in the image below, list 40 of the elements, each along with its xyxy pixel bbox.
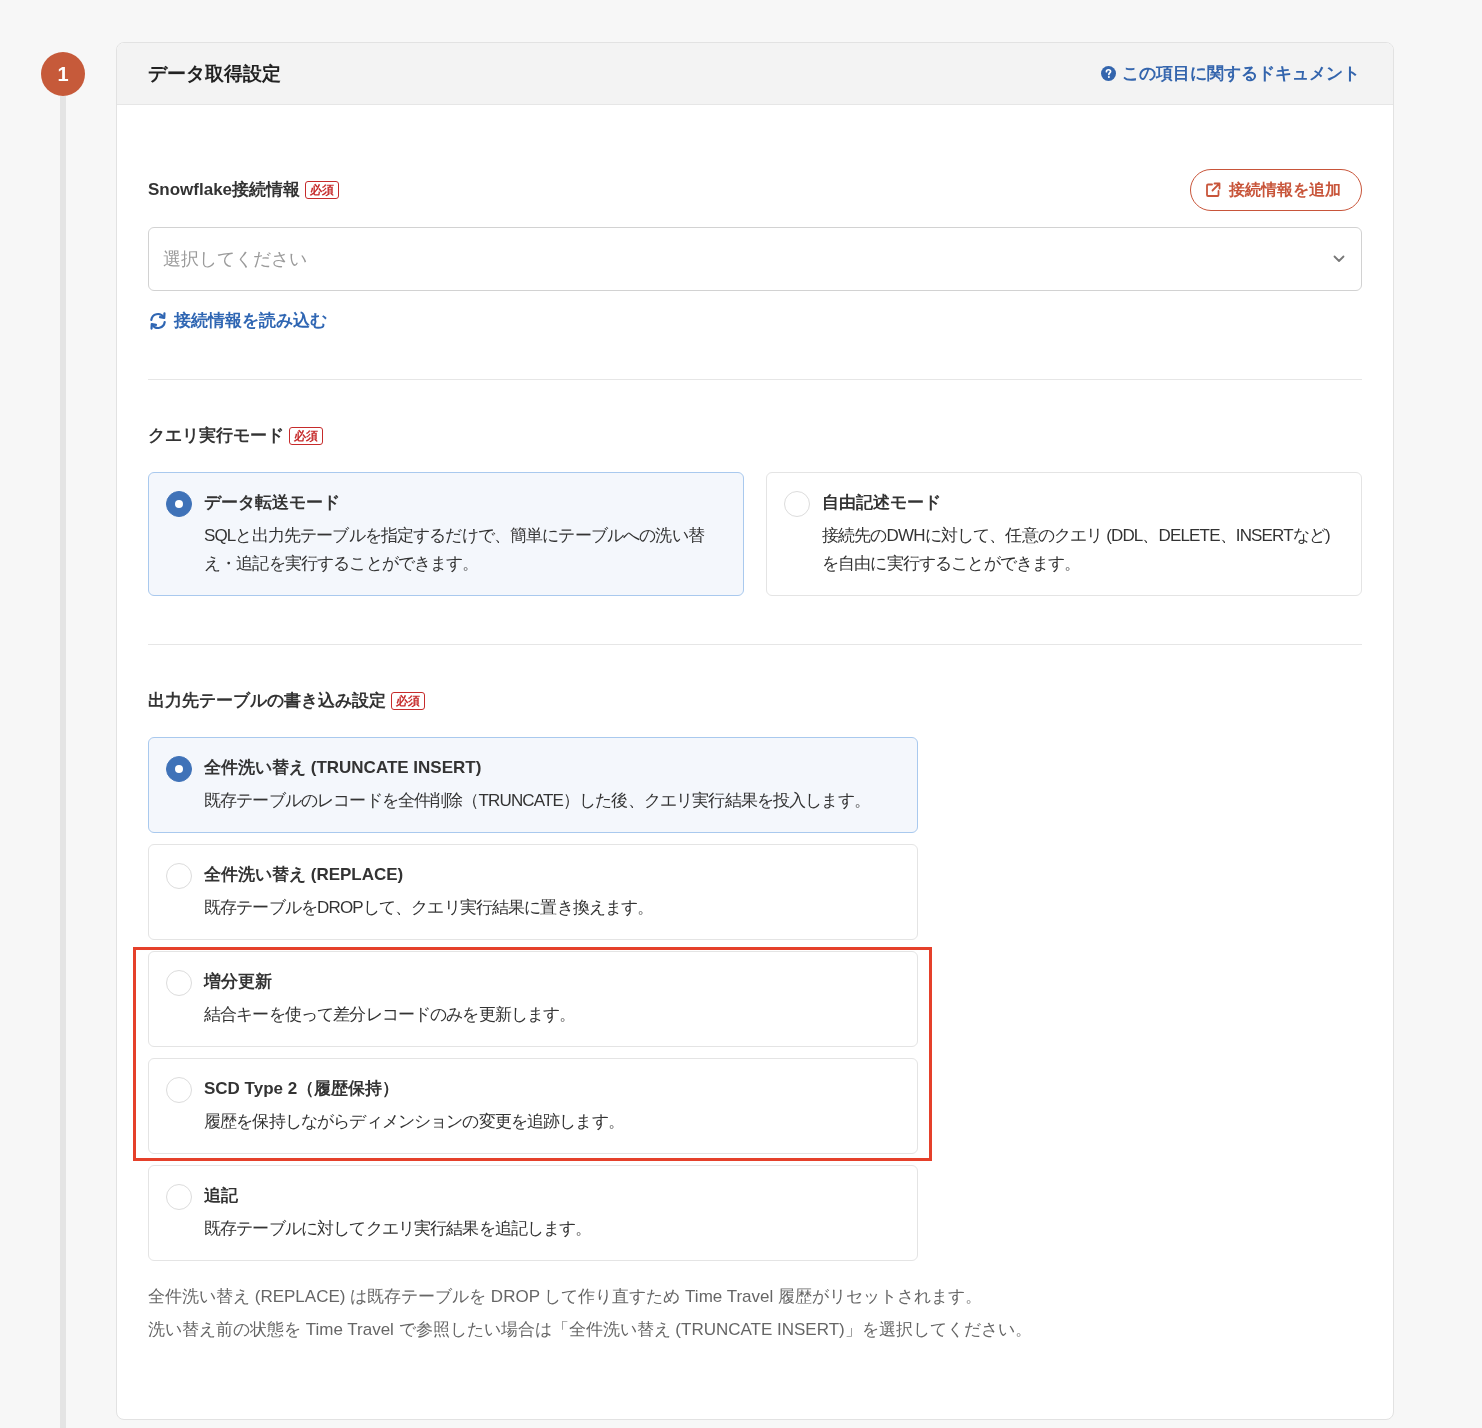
help-text: 洗い替え前の状態を Time Travel で参照したい場合は「全件洗い替え (TRUNCATE INSERT)」を選択してください。 xyxy=(148,1319,1033,1341)
documentation-link[interactable]: この項目に関するドキュメント xyxy=(1101,62,1360,85)
option-description: 既存テーブルのレコードを全件削除（TRUNCATE）した後、クエリ実行結果を投入します。 xyxy=(204,790,871,812)
field-label: Snowflake接続情報 xyxy=(148,179,301,201)
option-title: 増分更新 xyxy=(204,971,273,993)
option-description: SQLと出力先テーブルを指定するだけで、簡単にテーブルへの洗い替え・追記を実行することができます。 xyxy=(204,525,705,575)
option-title: 全件洗い替え (TRUNCATE INSERT) xyxy=(204,757,483,779)
option-title: 追記 xyxy=(204,1185,239,1207)
radio-button[interactable] xyxy=(166,491,192,517)
option-description: 接続先のDWHに対して、任意のクエリ (DDL、DELETE、INSERTなど) を自由に実行することができます。 xyxy=(822,525,1331,575)
option-card[interactable]: 追記 既存テーブルに対してクエリ実行結果を追記します。 xyxy=(148,1165,918,1261)
external-link-icon xyxy=(1205,182,1221,198)
option-card[interactable]: データ転送モード SQLと出力先テーブルを指定するだけで、簡単にテーブルへの洗い替え・追記を実行することができます。 xyxy=(148,472,744,596)
option-description: 結合キーを使って差分レコードのみを更新します。 xyxy=(204,1004,577,1026)
option-description: 履歴を保持しながらディメンションの変更を追跡します。 xyxy=(204,1111,625,1133)
option-title: SCD Type 2（履歴保持） xyxy=(204,1078,401,1100)
add-connection-button[interactable]: 接続情報を追加 xyxy=(1190,169,1362,211)
option-description: 既存テーブルに対してクエリ実行結果を追記します。 xyxy=(204,1218,593,1240)
refresh-icon xyxy=(148,312,168,330)
help-text: 全件洗い替え (REPLACE) は既存テーブルを DROP して作り直すため Time Travel 履歴がリセットされます。 xyxy=(148,1286,983,1308)
required-label: 必須 xyxy=(289,427,323,445)
option-title: データ転送モード xyxy=(204,492,341,514)
option-card[interactable]: 自由記述モード 接続先のDWHに対して、任意のクエリ (DDL、DELETE、INSERTなど) を自由に実行することができます。 xyxy=(766,472,1362,596)
help-icon xyxy=(1101,66,1116,81)
option-card[interactable]: 全件洗い替え (TRUNCATE INSERT) 既存テーブルのレコードを全件削除（TRUNCATE）した後、クエリ実行結果を投入します。 xyxy=(148,737,918,833)
reload-connections-link[interactable]: 接続情報を読み込む xyxy=(148,309,327,333)
chevron-down-icon xyxy=(1333,255,1345,263)
step-number: 1 xyxy=(41,52,85,96)
field-label: クエリ実行モード xyxy=(148,425,284,447)
option-title: 自由記述モード xyxy=(822,492,942,514)
option-card[interactable]: SCD Type 2（履歴保持） 履歴を保持しながらディメンションの変更を追跡します。 xyxy=(148,1058,918,1154)
radio-button[interactable] xyxy=(166,756,192,782)
option-title: 全件洗い替え (REPLACE) xyxy=(204,864,405,886)
required-label: 必須 xyxy=(391,692,425,710)
option-card[interactable]: 増分更新 結合キーを使って差分レコードのみを更新します。 xyxy=(148,951,918,1047)
field-label: 出力先テーブルの書き込み設定 xyxy=(148,690,386,712)
section-title: データ取得設定 xyxy=(148,61,281,86)
required-label: 必須 xyxy=(305,181,340,199)
option-card[interactable]: 全件洗い替え (REPLACE) 既存テーブルをDROPして、クエリ実行結果に置き換えます。 xyxy=(148,844,918,940)
option-description: 既存テーブルをDROPして、クエリ実行結果に置き換えます。 xyxy=(204,897,655,919)
